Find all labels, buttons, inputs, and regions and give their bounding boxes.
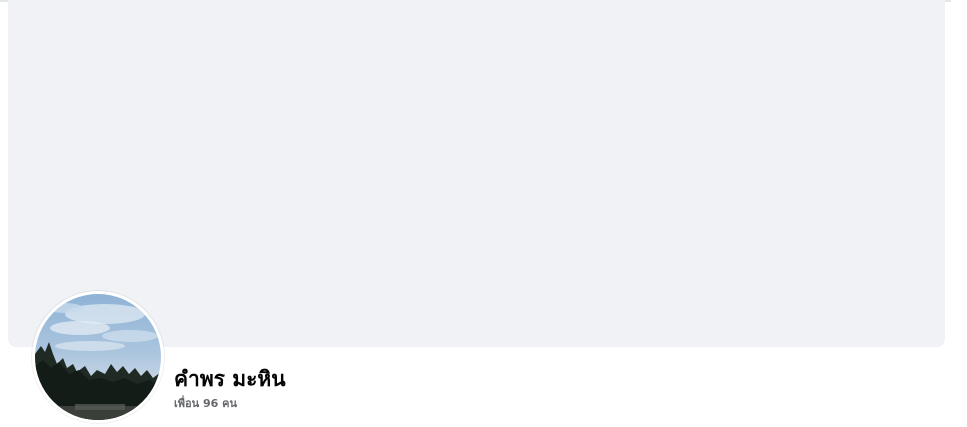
profile-picture-frame[interactable] — [32, 291, 164, 423]
friends-count-link[interactable]: เพื่อน 96 คน — [174, 396, 237, 412]
profile-picture[interactable] — [35, 294, 161, 420]
cover-photo[interactable] — [8, 0, 945, 347]
profile-picture-image — [35, 294, 161, 420]
profile-header: คำพร มะหิน เพื่อน 96 คน — [0, 0, 967, 427]
scrollbar-track — [951, 0, 967, 427]
profile-name: คำพร มะหิน — [174, 367, 286, 391]
